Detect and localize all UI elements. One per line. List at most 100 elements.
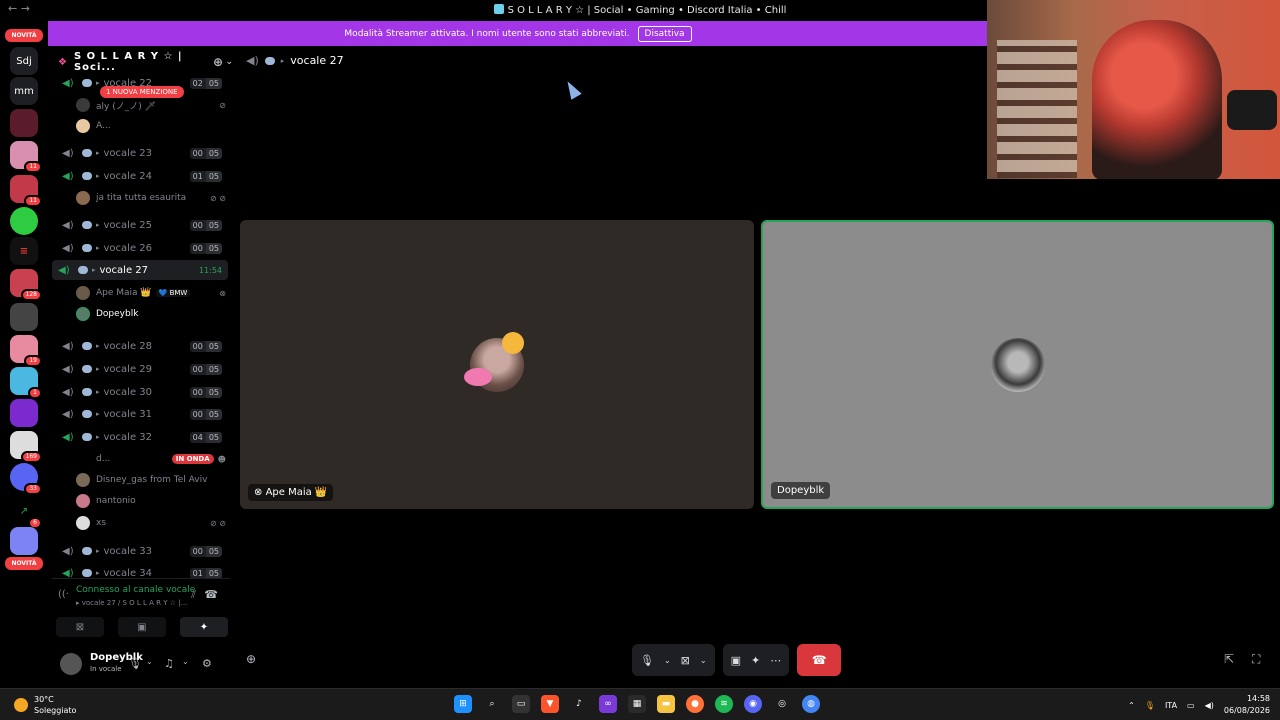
voice-user[interactable]: aly (ノ_ノ) 🗡 ⊘ (76, 96, 226, 114)
chevron-down-icon[interactable]: ⌄ (700, 656, 707, 665)
cloud-icon (78, 266, 88, 274)
server-icon[interactable]: 11 (10, 175, 42, 207)
camera-off-icon[interactable]: ⊠ (681, 654, 690, 667)
screen-share-button[interactable]: ▣ (118, 617, 166, 637)
app-icon[interactable]: ∞ (599, 695, 617, 713)
count-a: 00 (189, 242, 206, 254)
channel-vocale-30[interactable]: ◀) ▸ vocale 30 00 05 (56, 382, 226, 402)
headphones-icon[interactable]: ♫ (164, 657, 174, 670)
chevron-down-icon[interactable]: ⌄ (664, 656, 671, 665)
server-icon[interactable]: ↗ 6 (10, 497, 42, 529)
channel-vocale-27[interactable]: ◀) ▸ vocale 27 11:54 (52, 260, 228, 280)
signal-icon[interactable]: ((· (58, 589, 69, 600)
server-icon[interactable]: 11 (10, 141, 42, 173)
voice-user[interactable]: ja tita tutta esaurita ⊘ ⊘ (76, 189, 226, 207)
channel-vocale-32[interactable]: ◀) ▸ vocale 32 04 05 (56, 427, 226, 447)
app-icon[interactable]: ◎ (773, 695, 791, 713)
sun-icon (14, 698, 28, 712)
server-icon[interactable]: 19 (10, 335, 42, 367)
microphone-image (1227, 90, 1277, 130)
user-count: 00 05 (189, 408, 222, 420)
clock[interactable]: 14:58 06/08/2026 (1224, 693, 1270, 717)
server-icon[interactable] (10, 527, 38, 555)
voice-user[interactable]: d... IN ONDA ☻ (76, 450, 226, 468)
invite-icon[interactable]: ⊕ (246, 652, 256, 666)
windows-start-icon[interactable]: ⊞ (454, 695, 472, 713)
microphone-icon[interactable]: 🎙 (1145, 701, 1155, 710)
discord-icon[interactable]: ◉ (744, 695, 762, 713)
channel-vocale-23[interactable]: ◀) ▸ vocale 23 00 05 (56, 143, 226, 163)
channel-vocale-29[interactable]: ◀) ▸ vocale 29 00 05 (56, 359, 226, 379)
chevron-down-icon[interactable]: ⌄ (182, 657, 189, 666)
voice-status[interactable]: Connesso al canale vocale (76, 585, 195, 595)
activities-icon[interactable]: ✦ (751, 654, 760, 667)
count-a: 01 (189, 170, 206, 182)
screen-share-icon[interactable]: ▣ (731, 654, 741, 667)
store-icon[interactable]: ▦ (628, 695, 646, 713)
language-indicator[interactable]: ITA (1165, 701, 1177, 710)
microphone-icon[interactable]: 🎙 (128, 657, 142, 670)
volume-icon[interactable]: ◀) (1205, 701, 1214, 710)
mouse-cursor (562, 78, 582, 100)
user-name: d... (96, 454, 111, 464)
server-sdj[interactable]: Sdj (10, 47, 38, 75)
voice-user[interactable]: nantonio (76, 492, 226, 510)
brave-icon[interactable]: ▼ (541, 695, 559, 713)
popout-icon[interactable]: ⇱ (1224, 652, 1234, 666)
participant-tile-ape-maia[interactable]: ⊗ Ape Maia 👑 (240, 220, 754, 509)
server-icon[interactable]: ≡ (10, 237, 38, 265)
server-icon[interactable] (10, 399, 38, 427)
spotify-icon[interactable]: ≋ (715, 695, 733, 713)
disable-streamer-button[interactable]: Disattiva (637, 25, 692, 42)
microphone-icon[interactable]: 🎙 (640, 654, 654, 667)
channel-vocale-26[interactable]: ◀) ▸ vocale 26 00 05 (56, 238, 226, 258)
server-icon[interactable] (10, 303, 38, 331)
channel-vocale-25[interactable]: ◀) ▸ vocale 25 00 05 (56, 215, 226, 235)
unread-badge: 11 (24, 195, 42, 207)
voice-channel-path[interactable]: ▸ vocale 27 / S O L L A R Y ☆ |... (76, 599, 187, 607)
server-icon[interactable] (10, 109, 38, 137)
task-view-icon[interactable]: ▭ (512, 695, 530, 713)
cloud-icon (82, 365, 92, 373)
count-b: 05 (205, 170, 222, 182)
disconnect-icon[interactable]: ☎ (204, 588, 218, 601)
chrome-icon[interactable]: ◍ (802, 695, 820, 713)
fullscreen-icon[interactable]: ⛶ (1252, 652, 1260, 667)
participant-tile-dopeyblk[interactable]: Dopeyblk (761, 220, 1274, 509)
channel-title: vocale 27 (290, 54, 344, 67)
disconnect-button[interactable]: ☎ (797, 644, 842, 676)
server-icon[interactable]: 169 (10, 431, 42, 463)
voice-user[interactable]: xs ⊘ ⊘ (76, 514, 226, 532)
weather-widget[interactable]: 30°C Soleggiato (14, 694, 76, 716)
voice-user[interactable]: A... (76, 117, 226, 135)
user-count: 01 05 (189, 170, 222, 182)
chevron-up-icon[interactable]: ⌃ (1128, 701, 1135, 710)
temperature: 30°C (34, 695, 54, 704)
avatar[interactable] (60, 653, 82, 675)
gear-icon[interactable]: ⚙ (202, 657, 212, 670)
folder-icon[interactable]: ▬ (657, 695, 675, 713)
search-icon[interactable]: ⌕ (483, 695, 501, 713)
more-icon[interactable]: ⋯ (770, 654, 781, 667)
server-icon[interactable] (10, 207, 38, 235)
activities-button[interactable]: ✦ (180, 617, 228, 637)
server-icon[interactable]: 33 (10, 463, 42, 495)
voice-user[interactable]: Disney_gas from Tel Aviv (76, 471, 226, 489)
network-icon[interactable]: ▭ (1187, 701, 1195, 710)
noise-suppression-icon[interactable]: ⫽ (191, 588, 196, 602)
firefox-icon[interactable]: ● (686, 695, 704, 713)
channel-vocale-24[interactable]: ◀) ▸ vocale 24 01 05 (56, 166, 226, 186)
webcam-overlay (987, 0, 1280, 179)
chevron-down-icon[interactable]: ⌄ (146, 657, 153, 666)
voice-user[interactable]: Ape Maia 👑 💙 BMW ⊗ (76, 284, 226, 302)
channel-vocale-28[interactable]: ◀) ▸ vocale 28 00 05 (56, 336, 226, 356)
voice-user-self[interactable]: Dopeyblk (76, 305, 226, 323)
channel-vocale-33[interactable]: ◀) ▸ vocale 33 00 05 (56, 541, 226, 561)
tiktok-icon[interactable]: ♪ (570, 695, 588, 713)
server-icon[interactable]: 1 (10, 367, 42, 399)
camera-button[interactable]: ⊠ (56, 617, 104, 637)
server-mm[interactable]: mm (10, 77, 38, 105)
channel-vocale-31[interactable]: ◀) ▸ vocale 31 00 05 (56, 404, 226, 424)
person-add-icon[interactable]: ⊕ (213, 55, 224, 69)
server-icon[interactable]: 128 (10, 269, 42, 301)
